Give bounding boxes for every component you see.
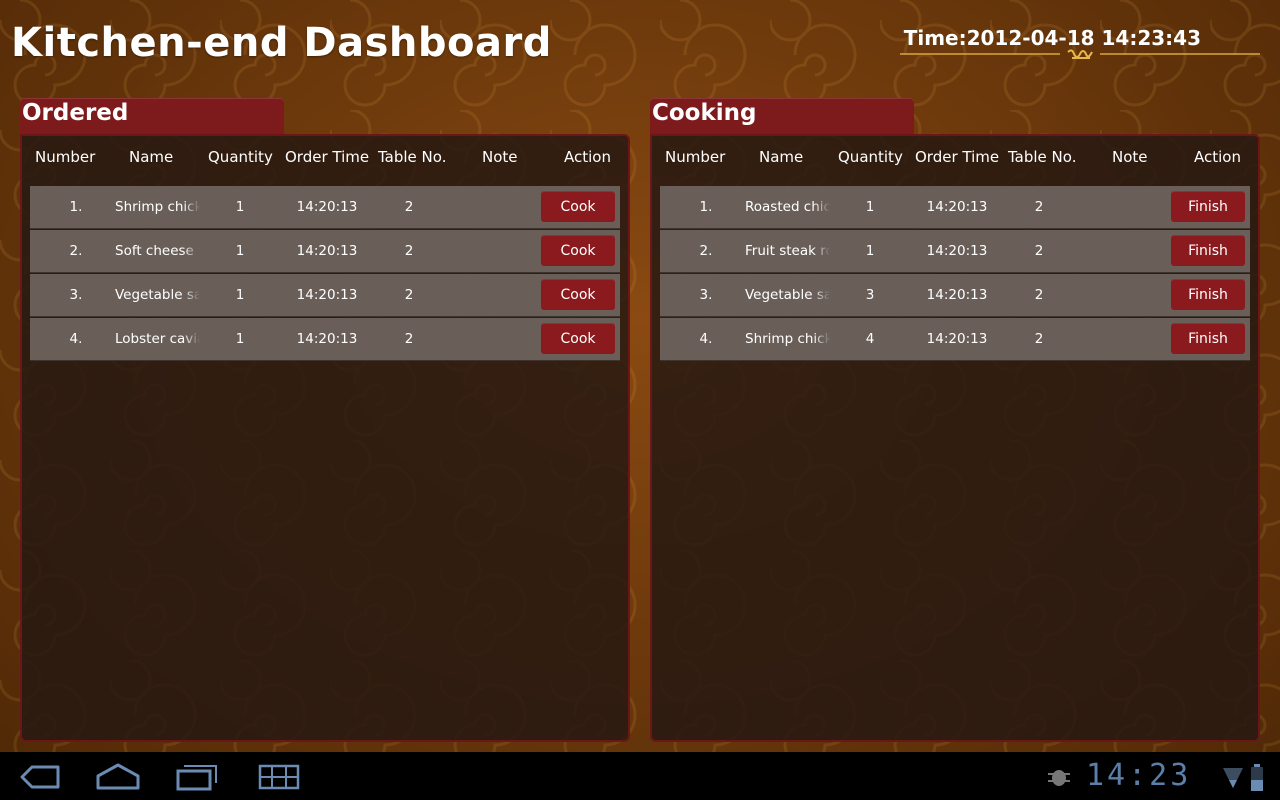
row-dish-name: Fruit steak roll [745, 243, 830, 259]
row-order-time: 14:20:13 [926, 287, 988, 303]
row-order-time: 14:20:13 [296, 199, 358, 215]
menu-grid-icon[interactable] [250, 760, 310, 794]
row-quantity: 1 [235, 243, 245, 259]
ordered-tab: Ordered [20, 98, 284, 136]
row-quantity: 1 [235, 331, 245, 347]
header-number: Number [665, 148, 726, 166]
row-number: 2. [69, 243, 83, 259]
recent-apps-icon[interactable] [168, 760, 228, 794]
cooking-title: Cooking [652, 100, 757, 126]
row-table-no: 2 [1034, 243, 1044, 259]
ordered-panel: Ordered Number Name Quantity Order Time … [20, 98, 630, 742]
header-number: Number [35, 148, 96, 166]
row-dish-name: Roasted chicken [745, 199, 830, 215]
finish-button[interactable]: Finish [1171, 191, 1245, 222]
finish-button[interactable]: Finish [1171, 235, 1245, 266]
status-clock: 14:23 [1086, 758, 1192, 793]
row-quantity: 3 [865, 287, 875, 303]
row-dish-name: Lobster caviar [115, 331, 200, 347]
cook-button[interactable]: Cook [541, 323, 615, 354]
row-number: 3. [699, 287, 713, 303]
row-order-time: 14:20:13 [926, 199, 988, 215]
row-dish-name: Shrimp chicken [115, 199, 200, 215]
cook-button[interactable]: Cook [541, 191, 615, 222]
battery-icon [1251, 764, 1263, 791]
table-header: Number Name Quantity Order Time Table No… [22, 144, 628, 192]
row-order-time: 14:20:13 [926, 243, 988, 259]
header-name: Name [129, 148, 174, 166]
row-dish-name: Soft cheese with [115, 243, 200, 259]
header-note: Note [482, 148, 518, 166]
row-quantity: 1 [865, 199, 875, 215]
header-table-no: Table No. [378, 148, 447, 166]
row-number: 4. [69, 331, 83, 347]
table-row: 1. Roasted chicken 1 14:20:13 2 Finish [660, 186, 1250, 229]
header-order-time: Order Time [915, 148, 1000, 166]
header-quantity: Quantity [208, 148, 273, 166]
row-number: 1. [69, 199, 83, 215]
header-order-time: Order Time [285, 148, 370, 166]
row-dish-name: Vegetable salad [115, 287, 200, 303]
table-row: 1. Shrimp chicken 1 14:20:13 2 Cook [30, 186, 620, 229]
ornament-divider [900, 49, 1260, 59]
row-number: 1. [699, 199, 713, 215]
row-dish-name: Vegetable salad [745, 287, 830, 303]
wifi-signal-icon [1223, 768, 1243, 788]
row-table-no: 2 [404, 331, 414, 347]
row-number: 4. [699, 331, 713, 347]
header-action: Action [564, 148, 611, 166]
cook-button[interactable]: Cook [541, 279, 615, 310]
row-quantity: 1 [235, 287, 245, 303]
cooking-tab: Cooking [650, 98, 914, 136]
row-quantity: 4 [865, 331, 875, 347]
header-name: Name [759, 148, 804, 166]
row-quantity: 1 [235, 199, 245, 215]
ordered-table: Number Name Quantity Order Time Table No… [20, 134, 630, 742]
table-row: 3. Vegetable salad 1 14:20:13 2 Cook [30, 274, 620, 317]
row-table-no: 2 [1034, 331, 1044, 347]
ordered-title: Ordered [22, 100, 129, 126]
finish-button[interactable]: Finish [1171, 279, 1245, 310]
row-table-no: 2 [404, 243, 414, 259]
cook-button[interactable]: Cook [541, 235, 615, 266]
table-header: Number Name Quantity Order Time Table No… [652, 144, 1258, 192]
row-number: 3. [69, 287, 83, 303]
row-table-no: 2 [1034, 287, 1044, 303]
row-order-time: 14:20:13 [296, 331, 358, 347]
row-dish-name: Shrimp chicken [745, 331, 830, 347]
row-order-time: 14:20:13 [296, 287, 358, 303]
header-table-no: Table No. [1008, 148, 1077, 166]
header-action: Action [1194, 148, 1241, 166]
table-row: 2. Fruit steak roll 1 14:20:13 2 Finish [660, 230, 1250, 273]
header-note: Note [1112, 148, 1148, 166]
page-title: Kitchen-end Dashboard [11, 20, 552, 66]
cooking-table: Number Name Quantity Order Time Table No… [650, 134, 1260, 742]
row-table-no: 2 [404, 287, 414, 303]
row-order-time: 14:20:13 [926, 331, 988, 347]
table-row: 4. Shrimp chicken 4 14:20:13 2 Finish [660, 318, 1250, 361]
row-table-no: 2 [404, 199, 414, 215]
cooking-panel: Cooking Number Name Quantity Order Time … [650, 98, 1260, 742]
finish-button[interactable]: Finish [1171, 323, 1245, 354]
table-row: 4. Lobster caviar 1 14:20:13 2 Cook [30, 318, 620, 361]
debug-bug-icon [1048, 770, 1070, 786]
back-icon[interactable] [10, 760, 70, 794]
table-row: 3. Vegetable salad 3 14:20:13 2 Finish [660, 274, 1250, 317]
header-quantity: Quantity [838, 148, 903, 166]
table-row: 2. Soft cheese with 1 14:20:13 2 Cook [30, 230, 620, 273]
row-quantity: 1 [865, 243, 875, 259]
home-icon[interactable] [88, 760, 148, 794]
row-order-time: 14:20:13 [296, 243, 358, 259]
row-number: 2. [699, 243, 713, 259]
row-table-no: 2 [1034, 199, 1044, 215]
